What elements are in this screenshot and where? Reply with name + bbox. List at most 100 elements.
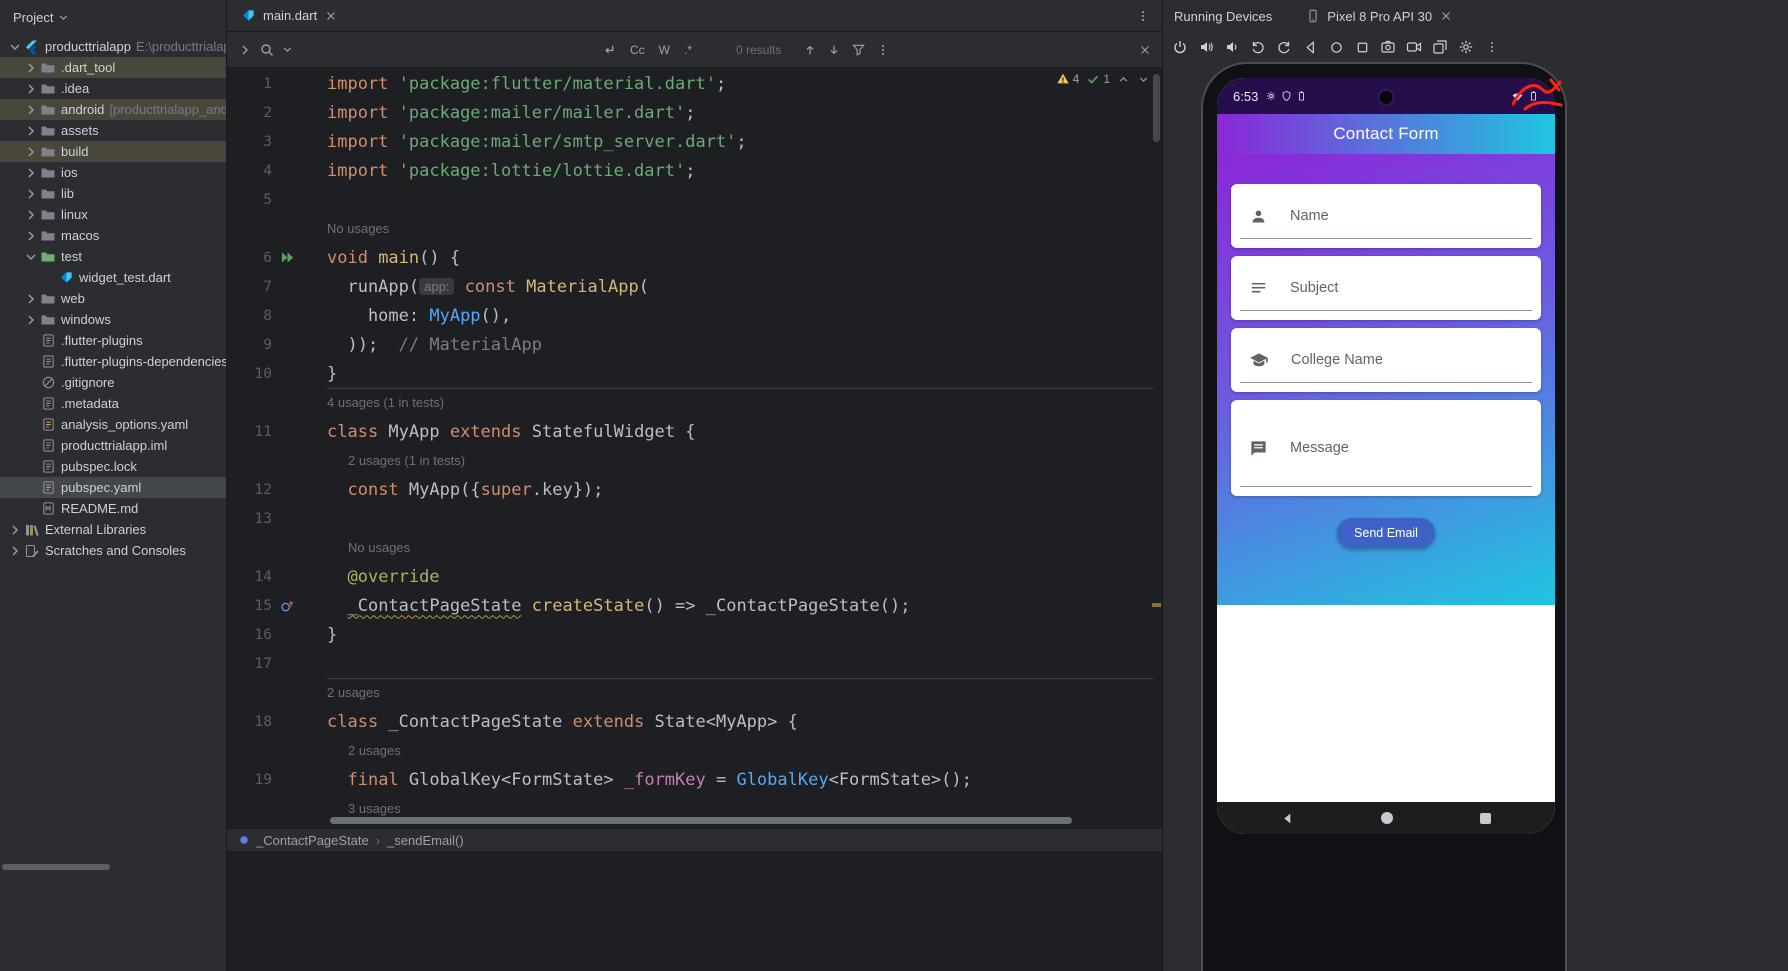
code-text[interactable]: )); // MaterialApp	[302, 335, 541, 355]
tab-main-dart[interactable]: main.dart	[227, 0, 348, 31]
power-icon[interactable]	[1169, 36, 1191, 58]
usage-hint[interactable]: 2 usages	[227, 736, 1162, 765]
next-occurrence-icon[interactable]	[827, 43, 841, 57]
rotate-left-icon[interactable]	[1247, 36, 1269, 58]
close-icon[interactable]	[1439, 9, 1453, 23]
code-text[interactable]: _ContactPageState createState() => _Cont…	[302, 596, 910, 616]
code-text[interactable]: import 'package:flutter/material.dart';	[302, 74, 726, 94]
code-text[interactable]: runApp(app: const MaterialApp(	[302, 277, 648, 297]
nav-back-icon[interactable]	[1299, 36, 1321, 58]
code-text[interactable]: import 'package:mailer/mailer.dart';	[302, 103, 695, 123]
tree-item[interactable]: ios	[0, 162, 226, 183]
chevron-right-icon[interactable]	[22, 102, 39, 118]
back-button[interactable]	[1281, 812, 1294, 825]
warnings-summary[interactable]: 4	[1056, 72, 1079, 86]
screenshot-icon[interactable]	[1377, 36, 1399, 58]
tree-item[interactable]: windows	[0, 309, 226, 330]
rotate-right-icon[interactable]	[1273, 36, 1295, 58]
search-toggle[interactable]: Cc	[630, 43, 645, 57]
recents-button[interactable]	[1480, 812, 1491, 824]
chevron-right-icon[interactable]	[6, 543, 23, 559]
editor-horizontal-scrollbar[interactable]	[330, 817, 1072, 824]
filter-icon[interactable]	[851, 42, 866, 57]
snapshot-icon[interactable]	[1429, 36, 1451, 58]
code-text[interactable]: class MyApp extends StatefulWidget {	[302, 422, 696, 442]
next-problem-icon[interactable]	[1137, 73, 1150, 86]
search-toggle[interactable]	[601, 42, 616, 57]
tree-item[interactable]: android [producttrialapp_andro	[0, 99, 226, 120]
code-text[interactable]: }	[302, 364, 337, 384]
project-horizontal-scrollbar[interactable]	[2, 864, 110, 870]
search-history-icon[interactable]	[281, 43, 294, 56]
tree-item[interactable]: widget_test.dart	[0, 267, 226, 288]
code-text[interactable]: @override	[302, 567, 439, 587]
inspections-widget[interactable]: 4 1	[1056, 72, 1150, 86]
override-gutter-icon[interactable]	[272, 599, 302, 613]
tree-item[interactable]: assets	[0, 120, 226, 141]
expand-replace-icon[interactable]	[237, 42, 253, 58]
nav-home-icon[interactable]	[1325, 36, 1347, 58]
tree-item[interactable]: macos	[0, 225, 226, 246]
code-text[interactable]: }	[302, 625, 337, 645]
chevron-right-icon[interactable]	[22, 186, 39, 202]
tree-item[interactable]: Scratches and Consoles	[0, 540, 226, 561]
chevron-right-icon[interactable]	[22, 81, 39, 97]
form-field[interactable]: Subject	[1231, 256, 1541, 320]
chevron-right-icon[interactable]	[22, 60, 39, 76]
more-vert-icon[interactable]	[1136, 9, 1150, 23]
form-field[interactable]: Name	[1231, 184, 1541, 248]
tree-item[interactable]: README.md	[0, 498, 226, 519]
tree-item[interactable]: .flutter-plugins	[0, 330, 226, 351]
usage-hint[interactable]: No usages	[227, 533, 1162, 562]
breadcrumb-class[interactable]: _ContactPageState	[256, 833, 369, 848]
usage-hint[interactable]: 2 usages (1 in tests)	[227, 446, 1162, 475]
chevron-right-icon[interactable]	[22, 228, 39, 244]
tree-item[interactable]: .dart_tool	[0, 57, 226, 78]
code-text[interactable]: import 'package:lottie/lottie.dart';	[302, 161, 695, 181]
device-screen[interactable]: 6:53 Contact Form Name Subject College N…	[1217, 78, 1555, 834]
tree-item[interactable]: build	[0, 141, 226, 162]
send-email-button[interactable]: Send Email	[1337, 518, 1435, 548]
chevron-right-icon[interactable]	[22, 144, 39, 160]
close-search-icon[interactable]	[1138, 43, 1152, 57]
code-text[interactable]: home: MyApp(),	[302, 306, 511, 326]
editor-vertical-scrollbar[interactable]	[1153, 74, 1160, 142]
search-input[interactable]	[306, 42, 601, 57]
chevron-down-icon[interactable]	[57, 11, 70, 24]
tree-item[interactable]: pubspec.lock	[0, 456, 226, 477]
tree-item[interactable]: producttrialapp.iml	[0, 435, 226, 456]
settings-icon[interactable]	[1455, 36, 1477, 58]
chevron-down-icon[interactable]	[22, 249, 39, 265]
tab-pixel-8-pro-api-30[interactable]: Pixel 8 Pro API 30	[1298, 0, 1461, 32]
tree-item[interactable]: pubspec.yaml	[0, 477, 226, 498]
volume-down-icon[interactable]	[1221, 36, 1243, 58]
screen-record-icon[interactable]	[1403, 36, 1425, 58]
more-options-icon[interactable]	[876, 43, 890, 57]
usage-hint[interactable]: 2 usages	[227, 678, 1162, 707]
chevron-right-icon[interactable]	[22, 291, 39, 307]
more-vert-icon[interactable]	[1481, 36, 1503, 58]
code-text[interactable]: class _ContactPageState extends State<My…	[302, 712, 798, 732]
tree-item[interactable]: .gitignore	[0, 372, 226, 393]
code-text[interactable]: void main() {	[302, 248, 460, 268]
code-text[interactable]: final GlobalKey<FormState> _formKey = Gl…	[302, 770, 971, 790]
chevron-down-icon[interactable]	[6, 39, 23, 55]
usage-hint[interactable]: 4 usages (1 in tests)	[227, 388, 1162, 417]
tree-item[interactable]: web	[0, 288, 226, 309]
form-field[interactable]: Message	[1231, 400, 1541, 496]
run-gutter-icon[interactable]	[272, 250, 302, 265]
breadcrumb-method[interactable]: _sendEmail()	[387, 833, 464, 848]
previous-problem-icon[interactable]	[1117, 73, 1130, 86]
code-text[interactable]: const MyApp({super.key});	[302, 480, 603, 500]
search-toggle[interactable]: W	[659, 43, 670, 57]
chevron-right-icon[interactable]	[22, 207, 39, 223]
home-button[interactable]	[1381, 812, 1393, 824]
tree-item[interactable]: linux	[0, 204, 226, 225]
passed-summary[interactable]: 1	[1086, 72, 1110, 86]
tree-item[interactable]: .idea	[0, 78, 226, 99]
chevron-right-icon[interactable]	[22, 165, 39, 181]
usage-hint[interactable]: No usages	[227, 214, 1162, 243]
volume-up-icon[interactable]	[1195, 36, 1217, 58]
search-icon[interactable]	[259, 42, 275, 58]
tree-item[interactable]: analysis_options.yaml	[0, 414, 226, 435]
